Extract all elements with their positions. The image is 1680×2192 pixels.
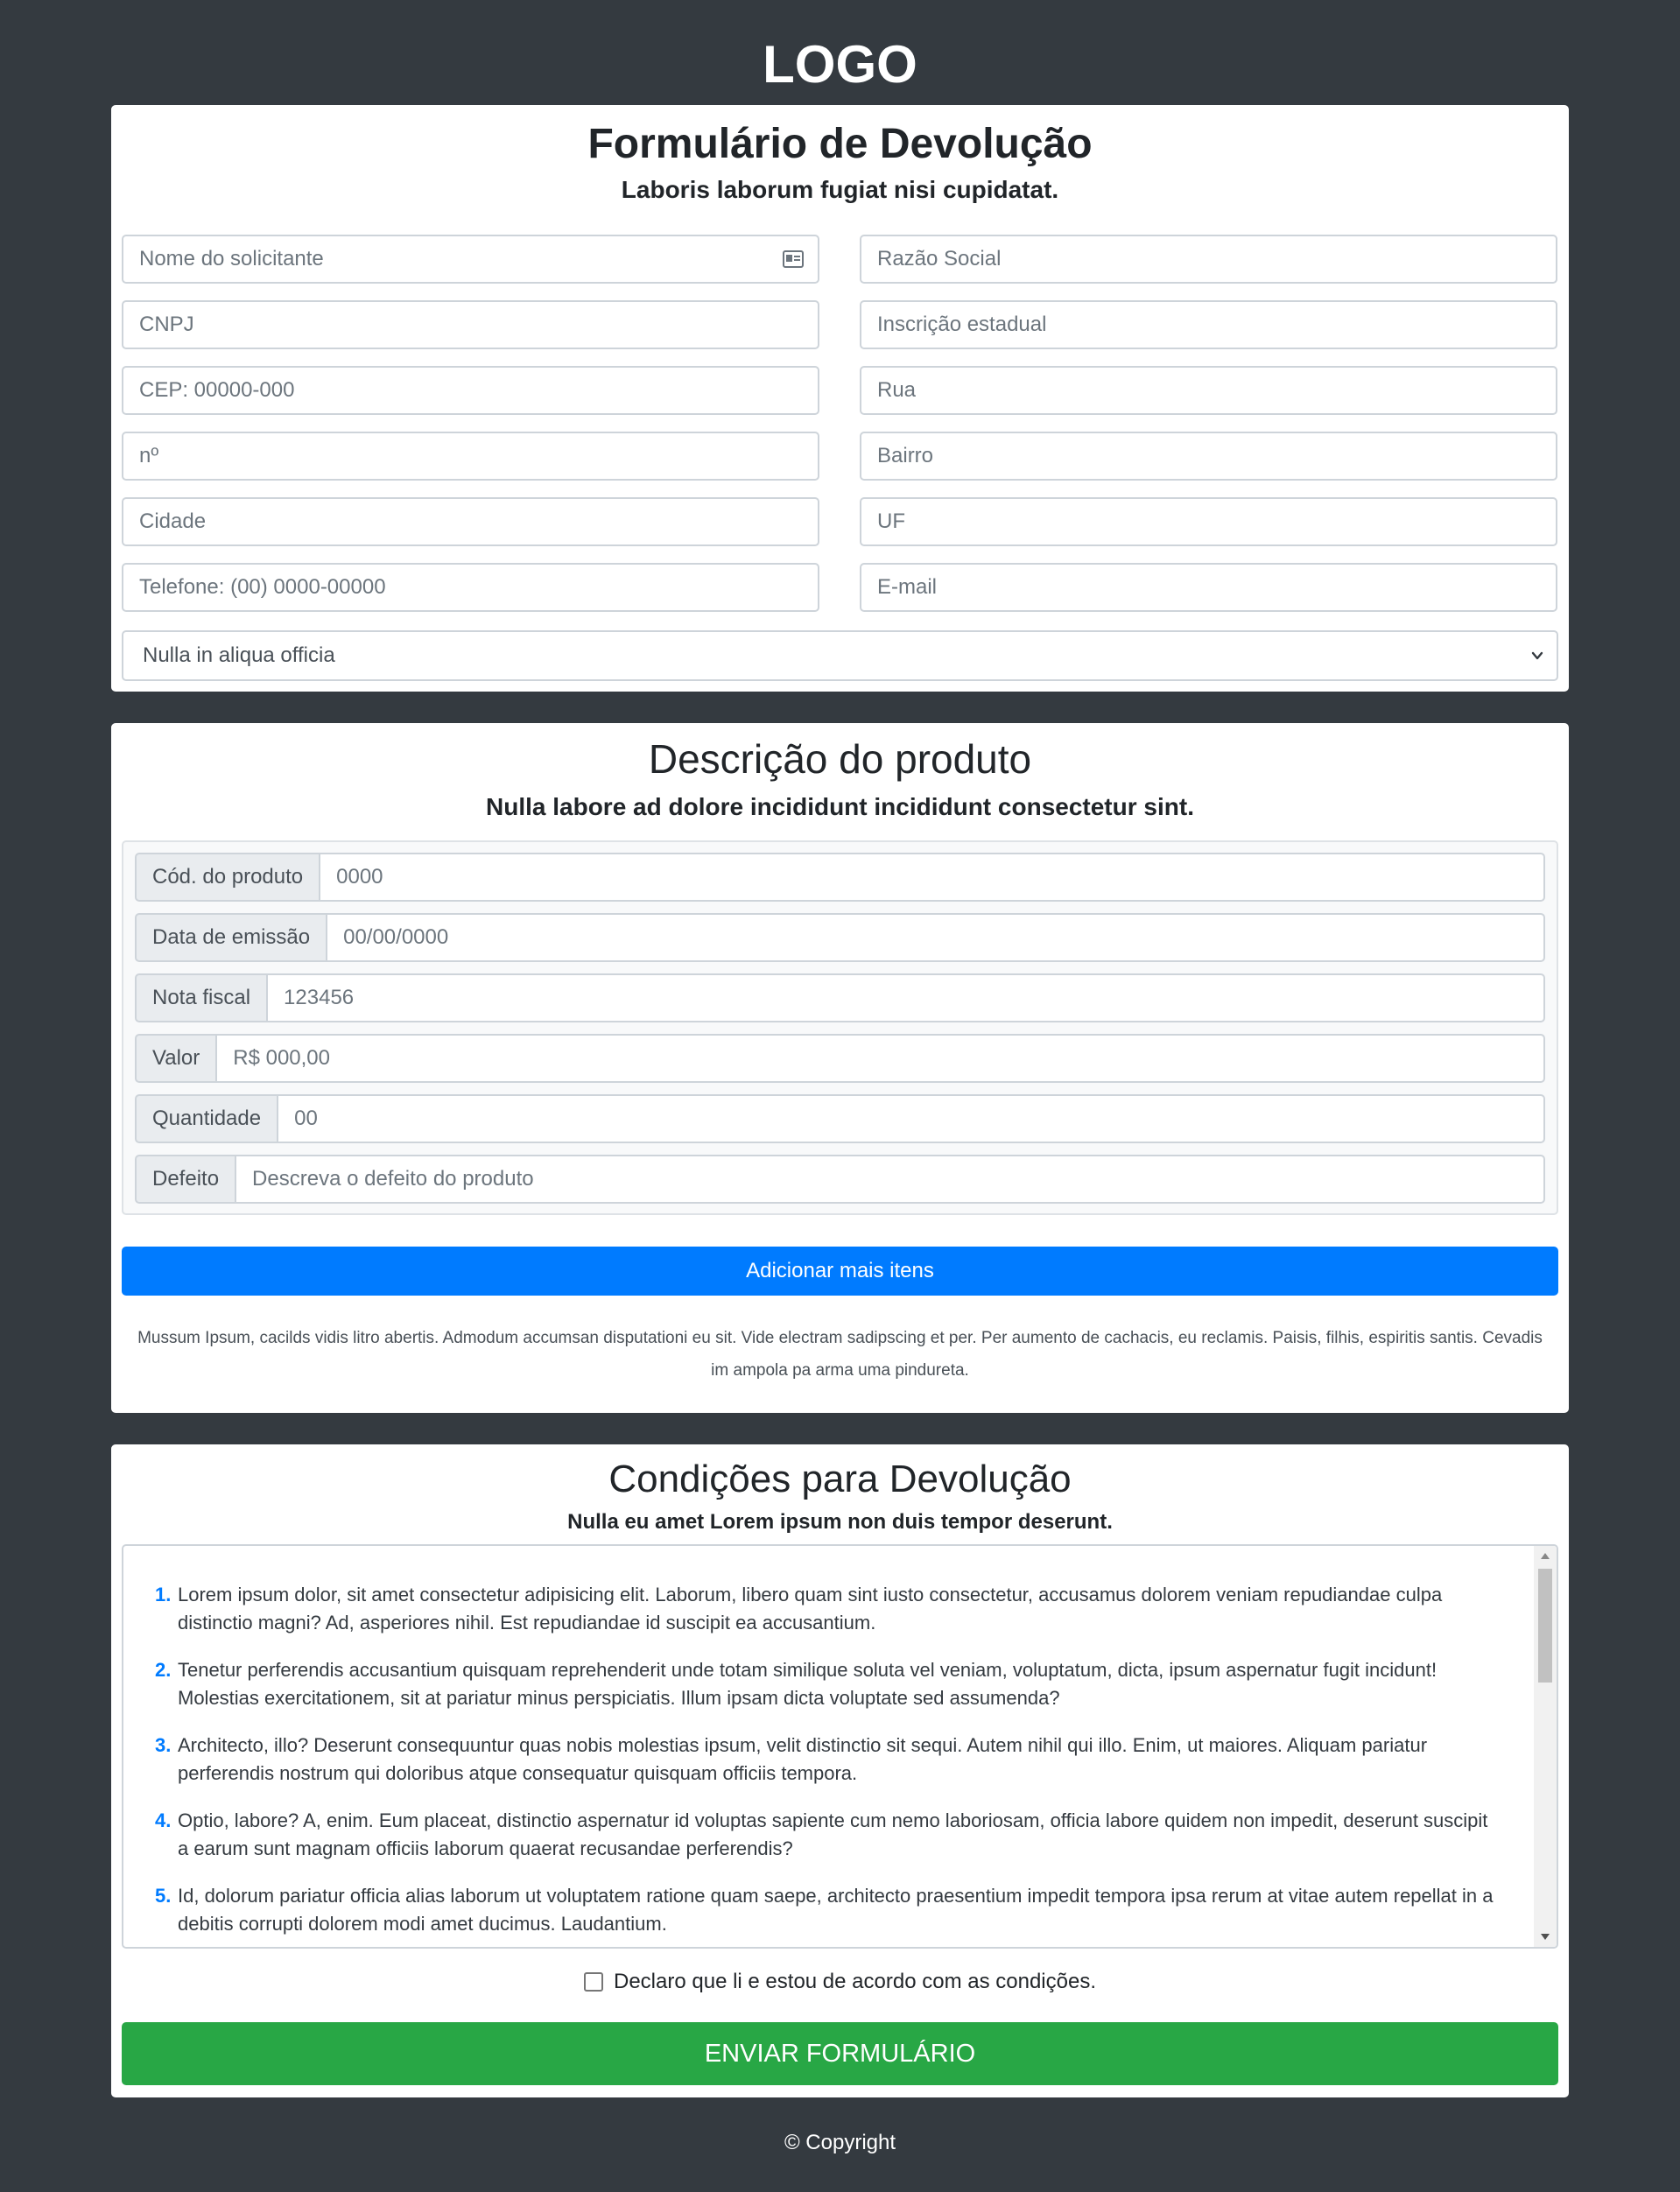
add-items-button[interactable]: Adicionar mais itens (122, 1247, 1558, 1296)
email-field (860, 563, 1557, 612)
value-label: Valor (135, 1034, 218, 1083)
number-input[interactable] (123, 433, 818, 479)
product-code-label: Cód. do produto (135, 853, 321, 902)
quantity-group: Quantidade 00 (135, 1094, 1545, 1143)
state-registration-input[interactable] (861, 302, 1556, 348)
conditions-title: Condições para Devolução (608, 1458, 1072, 1500)
street-field (860, 366, 1557, 415)
scrollbar[interactable] (1534, 1546, 1557, 1947)
issue-date-group: Data de emissão 00/00/0000 (135, 913, 1545, 962)
company-name-field (860, 235, 1557, 284)
requester-name-field (122, 235, 819, 284)
email-input[interactable] (861, 565, 1556, 610)
product-code-group: Cód. do produto 0000 (135, 853, 1545, 902)
product-code-input[interactable]: 0000 (320, 853, 1545, 902)
scrollbar-thumb[interactable] (1538, 1569, 1552, 1683)
quantity-input[interactable]: 00 (278, 1094, 1545, 1143)
defect-label: Defeito (135, 1155, 237, 1204)
agree-label[interactable]: Declaro que li e estou de acordo com as … (614, 1970, 1096, 1994)
chevron-down-icon (1531, 651, 1543, 660)
neighborhood-field (860, 432, 1557, 481)
cep-field (122, 366, 819, 415)
copyright: © Copyright (784, 2131, 896, 2154)
logo: LOGO (763, 35, 917, 94)
return-form-card: Formulário de Devolução Laboris laborum … (111, 105, 1569, 692)
conditions-list: 1. Lorem ipsum dolor, sit amet consectetu… (123, 1546, 1557, 1938)
category-select[interactable]: Nulla in aliqua officia (122, 630, 1558, 681)
cnpj-input[interactable] (123, 302, 818, 348)
id-card-icon (783, 250, 804, 268)
issue-date-label: Data de emissão (135, 913, 328, 962)
product-subtitle: Nulla labore ad dolore incididunt incidi… (486, 793, 1194, 821)
defect-group: Defeito Descreva o defeito do produto (135, 1155, 1545, 1204)
product-title: Descrição do produto (648, 736, 1032, 782)
value-group: Valor R$ 000,00 (135, 1034, 1545, 1083)
requester-name-input[interactable] (123, 236, 818, 282)
category-select-value: Nulla in aliqua officia (143, 643, 335, 667)
defect-input[interactable]: Descreva o defeito do produto (236, 1155, 1545, 1204)
uf-input[interactable] (861, 499, 1556, 544)
state-registration-field (860, 300, 1557, 349)
form-title: Formulário de Devolução (587, 121, 1093, 167)
scroll-up-icon[interactable] (1541, 1553, 1550, 1559)
phone-field (122, 563, 819, 612)
neighborhood-input[interactable] (861, 433, 1556, 479)
city-input[interactable] (123, 499, 818, 544)
city-field (122, 497, 819, 546)
form-fields-grid (122, 235, 1558, 612)
street-input[interactable] (861, 368, 1556, 413)
uf-field (860, 497, 1557, 546)
submit-form-button[interactable]: ENVIAR FORMULÁRIO (122, 2022, 1558, 2085)
form-subtitle: Laboris laborum fugiat nisi cupidatat. (621, 175, 1059, 203)
list-item: 1. Lorem ipsum dolor, sit amet consectetu… (155, 1584, 1443, 1633)
conditions-subtitle: Nulla eu amet Lorem ipsum non duis tempo… (567, 1509, 1113, 1534)
scroll-down-icon[interactable] (1541, 1934, 1550, 1940)
value-input[interactable]: R$ 000,00 (217, 1034, 1545, 1083)
product-description-card: Descrição do produto Nulla labore ad dol… (111, 723, 1569, 1413)
cep-input[interactable] (123, 368, 818, 413)
agree-checkbox[interactable] (584, 1972, 603, 1992)
number-field (122, 432, 819, 481)
issue-date-input[interactable]: 00/00/0000 (327, 913, 1545, 962)
list-item: 5. Id, dolorum pariatur officia alias lab… (155, 1885, 1494, 1935)
phone-input[interactable] (123, 565, 818, 610)
conditions-scroll-box[interactable]: 1. Lorem ipsum dolor, sit amet consectetu… (122, 1544, 1558, 1949)
product-note: Mussum Ipsum, cacilds vidis litro aberti… (137, 1329, 1543, 1380)
company-name-input[interactable] (861, 236, 1556, 282)
cnpj-field (122, 300, 819, 349)
invoice-label: Nota fiscal (135, 973, 269, 1022)
list-item: 4. Optio, labore? A, enim. Eum placeat, d… (155, 1809, 1488, 1859)
invoice-input[interactable]: 123456 (268, 973, 1545, 1022)
list-item: 2. Tenetur perferendis accusantium quisqu… (155, 1659, 1437, 1709)
invoice-group: Nota fiscal 123456 (135, 973, 1545, 1022)
agree-row: Declaro que li e estou de acordo com as … (111, 1970, 1569, 1994)
return-conditions-card: Condições para Devolução Nulla eu amet L… (111, 1444, 1569, 2097)
list-item: 3. Architecto, illo? Deserunt consequuntu… (155, 1734, 1428, 1784)
product-item-box: Cód. do produto 0000 Data de emissão 00/… (122, 840, 1558, 1215)
quantity-label: Quantidade (135, 1094, 279, 1143)
